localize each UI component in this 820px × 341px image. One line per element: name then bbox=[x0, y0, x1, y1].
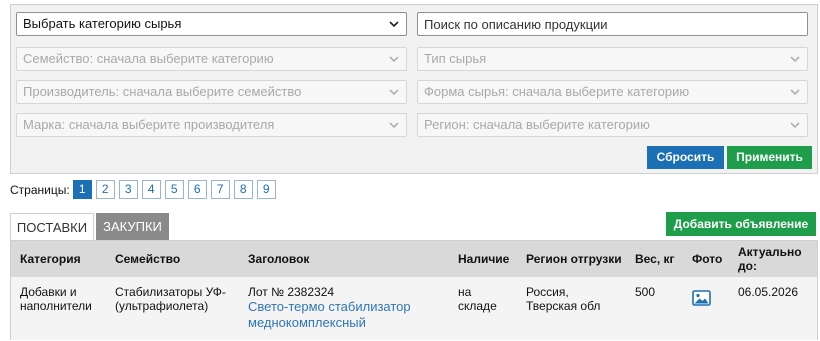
chevron-down-icon bbox=[386, 13, 402, 35]
chevron-down-icon bbox=[386, 48, 402, 70]
header-photo: Фото bbox=[692, 252, 723, 266]
pagination: Страницы: 1 2 3 4 5 6 7 8 9 bbox=[10, 180, 280, 199]
row-weight: 500 bbox=[635, 285, 656, 299]
row-actual: 06.05.2026 bbox=[738, 285, 799, 299]
row-title-link[interactable]: Свето-термо стабилизатор меднокомплексны… bbox=[248, 299, 438, 331]
page-link-3[interactable]: 3 bbox=[118, 180, 138, 199]
family-select[interactable]: Семейство: сначала выберите категорию bbox=[16, 47, 407, 71]
region-select-value: Регион: сначала выберите категорию bbox=[424, 117, 650, 132]
page-link-7[interactable]: 7 bbox=[210, 180, 230, 199]
brand-select-value: Марка: сначала выберите производителя bbox=[23, 117, 275, 132]
apply-button[interactable]: Применить bbox=[727, 146, 812, 169]
row-availability: на складе bbox=[458, 285, 497, 313]
page-link-8[interactable]: 8 bbox=[233, 180, 253, 199]
chevron-down-icon bbox=[386, 81, 402, 103]
header-region: Регион отгрузки bbox=[526, 252, 622, 266]
listings-table: Категория Семейство Заголовок Наличие Ре… bbox=[10, 240, 818, 340]
page-link-1[interactable]: 1 bbox=[72, 180, 92, 199]
header-availability: Наличие bbox=[458, 252, 510, 266]
region-select[interactable]: Регион: сначала выберите категорию bbox=[417, 113, 808, 137]
reset-button[interactable]: Сбросить bbox=[647, 146, 724, 169]
page-link-4[interactable]: 4 bbox=[141, 180, 161, 199]
tab-purchases[interactable]: ЗАКУПКИ bbox=[96, 213, 169, 241]
manufacturer-select-value: Производитель: сначала выберите семейств… bbox=[23, 84, 302, 99]
pagination-label: Страницы: bbox=[10, 182, 70, 197]
header-category: Категория bbox=[20, 252, 81, 266]
tab-supplies[interactable]: ПОСТАВКИ bbox=[10, 213, 94, 241]
search-input[interactable] bbox=[417, 12, 808, 36]
row-region: Россия, Тверская обл bbox=[526, 285, 601, 313]
category-select[interactable]: Выбрать категорию сырья bbox=[16, 12, 407, 36]
row-category: Добавки и наполнители bbox=[20, 285, 92, 313]
page-link-9[interactable]: 9 bbox=[256, 180, 276, 199]
brand-select[interactable]: Марка: сначала выберите производителя bbox=[16, 113, 407, 137]
header-weight: Вес, кг bbox=[635, 252, 675, 266]
chevron-down-icon bbox=[386, 114, 402, 136]
chevron-down-icon bbox=[787, 48, 803, 70]
chevron-down-icon bbox=[787, 81, 803, 103]
row-family: Стабилизаторы УФ-(ультрафиолета) bbox=[115, 285, 226, 313]
category-select-value: Выбрать категорию сырья bbox=[23, 16, 182, 31]
raw-type-select[interactable]: Тип сырья bbox=[417, 47, 808, 71]
manufacturer-select[interactable]: Производитель: сначала выберите семейств… bbox=[16, 80, 407, 104]
row-lot: Лот № 2382324 bbox=[248, 285, 335, 299]
chevron-down-icon bbox=[787, 114, 803, 136]
raw-form-select[interactable]: Форма сырья: сначала выберите категорию bbox=[417, 80, 808, 104]
family-select-value: Семейство: сначала выберите категорию bbox=[23, 51, 274, 66]
header-actual: Актуально до: bbox=[738, 245, 802, 273]
raw-form-select-value: Форма сырья: сначала выберите категорию bbox=[424, 84, 690, 99]
header-title: Заголовок bbox=[248, 252, 310, 266]
table-header: Категория Семейство Заголовок Наличие Ре… bbox=[11, 241, 817, 277]
table-row[interactable]: Добавки и наполнители Стабилизаторы УФ-(… bbox=[11, 277, 817, 341]
image-icon[interactable] bbox=[692, 290, 711, 309]
filter-panel: Выбрать категорию сырья Семейство: снача… bbox=[10, 4, 818, 174]
raw-type-select-value: Тип сырья bbox=[424, 51, 487, 66]
header-family: Семейство bbox=[115, 252, 181, 266]
add-listing-button[interactable]: Добавить объявление bbox=[666, 212, 816, 236]
page-link-2[interactable]: 2 bbox=[95, 180, 115, 199]
page-link-6[interactable]: 6 bbox=[187, 180, 207, 199]
page-link-5[interactable]: 5 bbox=[164, 180, 184, 199]
